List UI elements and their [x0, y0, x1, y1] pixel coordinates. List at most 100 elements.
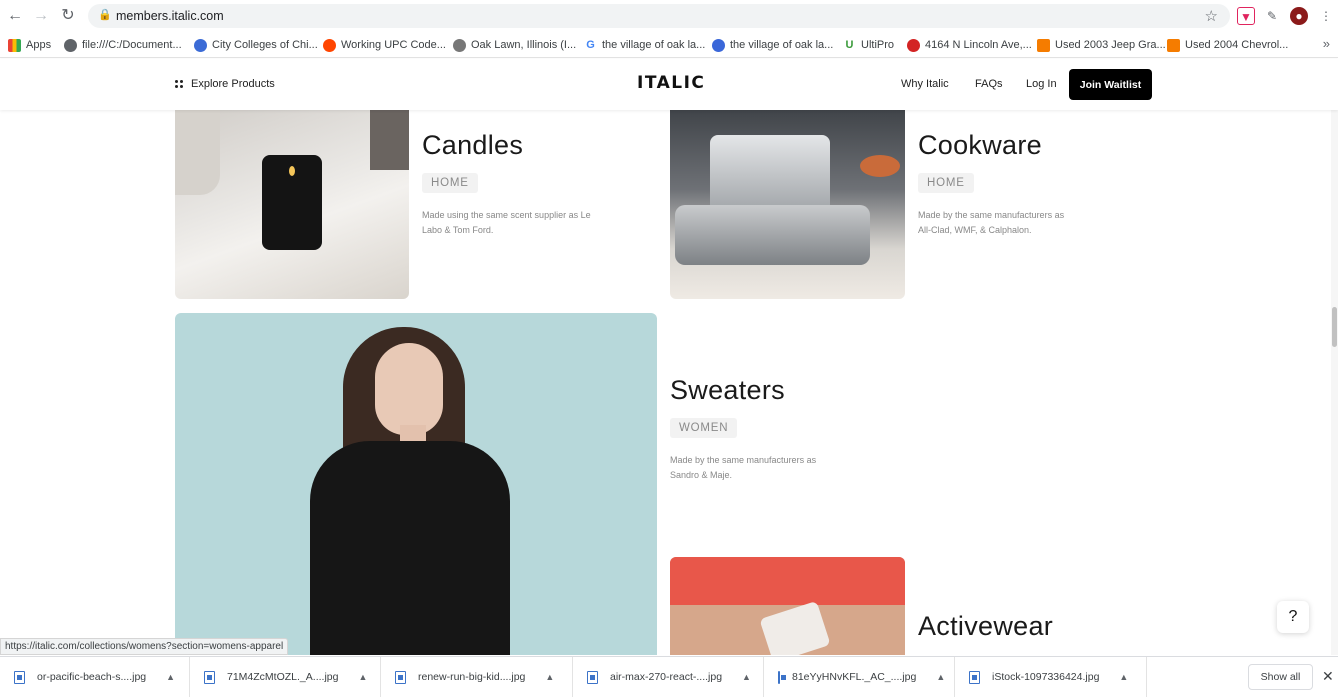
product-title-cookware[interactable]: Cookware: [918, 130, 1042, 161]
bookmark-item[interactable]: the village of oak la...: [712, 37, 833, 53]
bookmark-label: Used 2003 Jeep Gra...: [1055, 39, 1166, 51]
page-scrollbar[interactable]: [1331, 59, 1338, 655]
product-title-activewear[interactable]: Activewear: [918, 611, 1053, 642]
ccc-icon: [194, 38, 207, 52]
download-filename: air-max-270-react-....jpg: [610, 671, 723, 683]
flame-shape: [289, 166, 295, 176]
chevron-up-icon[interactable]: ▲: [936, 672, 945, 682]
ultipro-icon: U: [843, 38, 856, 52]
wiki-icon: [453, 38, 466, 52]
more-bookmarks-chevron-icon[interactable]: »: [1323, 36, 1330, 51]
product-tag: HOME: [918, 173, 974, 193]
product-tag: HOME: [422, 173, 478, 193]
nav-log-in[interactable]: Log In: [1026, 78, 1057, 90]
bookmark-item[interactable]: Oak Lawn, Illinois (I...: [453, 37, 576, 53]
download-item[interactable]: 81eYyHNvKFL._AC_....jpg ▲: [764, 657, 955, 697]
profile-avatar-icon[interactable]: ●: [1290, 7, 1308, 25]
download-filename: renew-run-big-kid....jpg: [418, 671, 526, 683]
chevron-up-icon[interactable]: ▲: [545, 672, 554, 682]
food-shape: [860, 155, 900, 177]
bookmarks-bar: Apps file:///C:/Document... City College…: [0, 32, 1338, 58]
bookmark-item[interactable]: City Colleges of Chi...: [194, 37, 318, 53]
download-filename: or-pacific-beach-s....jpg: [37, 671, 147, 683]
autotrader-icon: [1167, 38, 1180, 52]
italic-logo[interactable]: ITALIC: [637, 73, 705, 93]
explore-label: Explore Products: [191, 78, 275, 90]
download-item[interactable]: iStock-1097336424.jpg ▲: [955, 657, 1147, 697]
sweater-shape: [310, 441, 510, 655]
download-filename: 81eYyHNvKFL._AC_....jpg: [792, 671, 917, 683]
download-item[interactable]: renew-run-big-kid....jpg ▲: [381, 657, 573, 697]
pocket-extension-icon[interactable]: ▼: [1237, 7, 1255, 25]
download-item[interactable]: 71M4ZcMtOZL._A....jpg ▲: [190, 657, 381, 697]
bookmark-item[interactable]: Used 2004 Chevrol...: [1167, 37, 1288, 53]
image-file-icon: [14, 670, 25, 684]
help-button[interactable]: ?: [1277, 601, 1309, 633]
browser-toolbar: ← → ↻ 🔒 members.italic.com ☆ ▼ ✎ ● ⋮: [0, 0, 1338, 32]
show-all-downloads-button[interactable]: Show all: [1248, 664, 1313, 690]
image-file-icon: [969, 670, 980, 684]
back-arrow-icon[interactable]: ←: [6, 7, 24, 25]
bookmark-label: Used 2004 Chevrol...: [1185, 39, 1289, 51]
extensions-puzzle-icon[interactable]: ✎: [1263, 7, 1281, 25]
lock-icon: 🔒: [98, 9, 112, 21]
globe-icon: [64, 38, 77, 52]
address-bar[interactable]: 🔒 members.italic.com ☆: [88, 4, 1230, 28]
bookmark-label: Apps: [26, 39, 52, 51]
reload-icon[interactable]: ↻: [59, 7, 77, 25]
scrollbar-thumb[interactable]: [1332, 307, 1337, 347]
bookmark-label: the village of oak la...: [730, 39, 834, 51]
bookmark-label: 4164 N Lincoln Ave,...: [925, 39, 1032, 51]
download-item[interactable]: air-max-270-react-....jpg ▲: [573, 657, 764, 697]
download-bar: or-pacific-beach-s....jpg ▲ 71M4ZcMtOZL.…: [0, 656, 1338, 697]
background-shape: [370, 100, 409, 170]
sweaters-image[interactable]: [175, 313, 657, 655]
chevron-up-icon[interactable]: ▲: [358, 672, 367, 682]
bookmark-item[interactable]: Used 2003 Jeep Gra...: [1037, 37, 1166, 53]
url-text[interactable]: members.italic.com: [116, 9, 224, 23]
menu-kebab-icon[interactable]: ⋮: [1317, 7, 1335, 25]
bookmark-star-icon[interactable]: ☆: [1205, 7, 1218, 25]
vase-shape: [175, 100, 220, 195]
chevron-up-icon[interactable]: ▲: [742, 672, 751, 682]
pan-shape: [675, 205, 870, 265]
chevron-up-icon[interactable]: ▲: [166, 672, 175, 682]
chevron-up-icon[interactable]: ▲: [1119, 672, 1128, 682]
bookmark-item[interactable]: G the village of oak la...: [584, 37, 705, 53]
bookmark-item[interactable]: 4164 N Lincoln Ave,...: [907, 37, 1032, 53]
product-tag: WOMEN: [670, 418, 738, 438]
autotrader-icon: [1037, 38, 1050, 52]
forward-arrow-icon[interactable]: →: [32, 7, 50, 25]
activewear-image[interactable]: [670, 557, 905, 655]
close-download-bar-icon[interactable]: ✕: [1322, 668, 1334, 685]
yelp-icon: [907, 38, 920, 52]
face-shape: [375, 343, 443, 435]
bookmark-label: file:///C:/Document...: [82, 39, 182, 51]
nav-why-italic[interactable]: Why Italic: [901, 78, 949, 90]
reddit-icon: [323, 38, 336, 52]
bookmark-apps[interactable]: Apps: [8, 37, 51, 53]
grid-dots-icon: [175, 80, 183, 88]
bookmark-label: the village of oak la...: [602, 39, 706, 51]
bookmark-item[interactable]: Working UPC Code...: [323, 37, 446, 53]
join-waitlist-button[interactable]: Join Waitlist: [1069, 69, 1152, 100]
product-title-sweaters[interactable]: Sweaters: [670, 375, 785, 406]
image-file-icon: [204, 670, 215, 684]
image-file-icon: [778, 670, 786, 684]
candles-image[interactable]: [175, 100, 409, 299]
site-icon: [712, 38, 725, 52]
product-description: Made by the same manufacturers as All-Cl…: [918, 210, 1065, 235]
google-icon: G: [584, 38, 597, 52]
explore-products-button[interactable]: Explore Products: [175, 78, 275, 90]
product-title-candles[interactable]: Candles: [422, 130, 523, 161]
bookmark-item[interactable]: file:///C:/Document...: [64, 37, 182, 53]
cookware-image[interactable]: [670, 100, 905, 299]
sports-top-shape: [670, 557, 905, 605]
bookmark-item[interactable]: U UltiPro: [843, 37, 894, 53]
bookmark-label: City Colleges of Chi...: [212, 39, 318, 51]
download-item[interactable]: or-pacific-beach-s....jpg ▲: [0, 657, 190, 697]
status-bar-url: https://italic.com/collections/womens?se…: [0, 638, 289, 655]
image-file-icon: [587, 670, 598, 684]
nav-faqs[interactable]: FAQs: [975, 78, 1003, 90]
download-filename: 71M4ZcMtOZL._A....jpg: [227, 671, 339, 683]
